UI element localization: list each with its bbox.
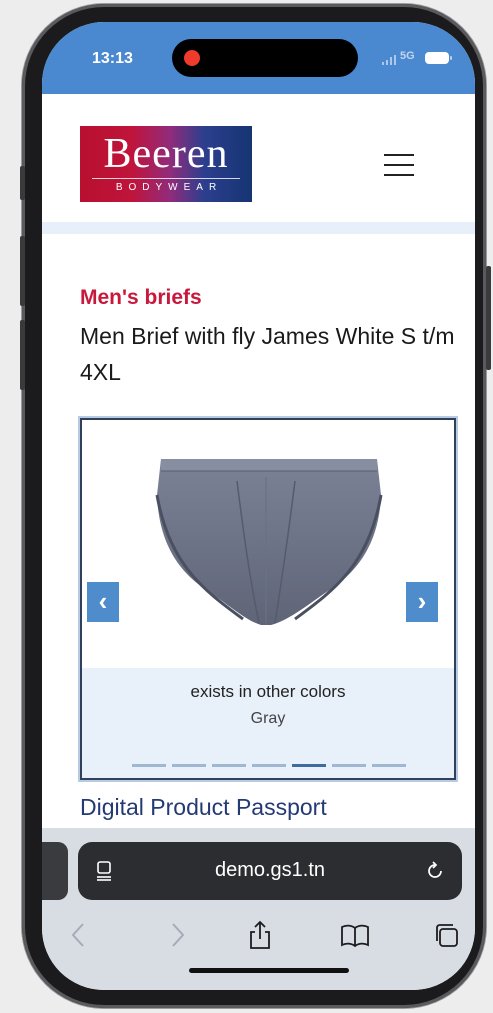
carousel-indicator-5[interactable] [292,764,326,767]
back-icon[interactable] [64,920,94,950]
product-category[interactable]: Men's briefs [80,286,202,310]
share-icon[interactable] [245,920,275,950]
signal-icon [382,55,396,65]
beeren-logo[interactable]: Beeren BODYWEAR [80,126,252,202]
forward-icon[interactable] [162,920,192,950]
hamburger-menu-icon[interactable] [384,154,414,176]
browser-chrome: demo.gs1.tn [42,828,475,990]
address-bar[interactable]: demo.gs1.tn [78,842,462,900]
chevron-left-icon: ‹ [98,586,108,616]
tabs-icon[interactable] [432,920,462,950]
product-carousel[interactable]: ‹ › exists in other colors Gray [78,416,458,782]
logo-divider [92,178,240,179]
url-text: demo.gs1.tn [214,859,326,881]
volume-up-button [20,236,25,306]
recording-indicator [184,50,200,66]
status-time: 13:13 [92,50,133,67]
carousel-indicator-3[interactable] [212,764,246,767]
phone-screen: 13:13 5G Beeren BODYWEAR Men's briefs Me… [42,22,475,990]
carousel-indicator-6[interactable] [332,764,366,767]
color-name: Gray [250,710,286,727]
browser-toolbar [42,908,475,958]
product-title: Men Brief with fly James White S t/m 4XL [80,323,455,385]
network-label: 5G [400,50,415,62]
status-bar: 13:13 5G [42,22,475,94]
logo-subtitle: BODYWEAR [115,182,223,193]
reload-icon[interactable] [424,860,446,882]
caption-text: exists in other colors [190,682,346,701]
carousel-indicators [132,764,408,768]
carousel-caption: exists in other colors Gray [82,668,454,778]
digital-product-passport-heading[interactable]: Digital Product Passport [80,794,327,821]
carousel-indicator-2[interactable] [172,764,206,767]
chevron-right-icon: › [417,586,427,616]
home-indicator[interactable] [189,968,349,973]
previous-tab-peek[interactable] [42,842,68,900]
carousel-indicator-4[interactable] [252,764,286,767]
silent-switch [20,166,25,200]
carousel-indicator-1[interactable] [132,764,166,767]
header-divider [42,222,475,234]
dynamic-island [172,39,358,77]
logo-wordmark: Beeren [103,131,229,177]
site-header: Beeren BODYWEAR [42,94,475,222]
carousel-next-button[interactable]: › [406,582,438,622]
carousel-prev-button[interactable]: ‹ [87,582,119,622]
bookmarks-icon[interactable] [340,920,370,950]
volume-down-button [20,320,25,390]
battery-icon [425,52,452,64]
carousel-indicator-7[interactable] [372,764,406,767]
power-button [486,266,491,370]
gray-men-brief-image [155,459,383,625]
